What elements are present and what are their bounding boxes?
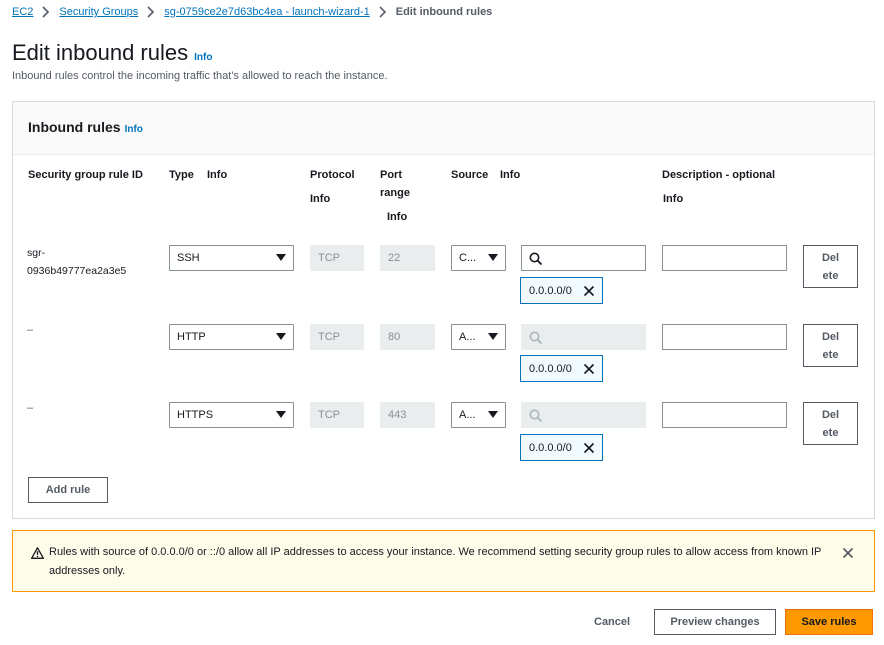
chevron-right-icon xyxy=(42,6,50,18)
col-header-rule-id: Security group rule ID xyxy=(28,169,143,181)
source-select-value: A... xyxy=(459,331,476,343)
search-icon xyxy=(529,252,543,266)
chevron-right-icon xyxy=(379,6,386,18)
rule-id: – xyxy=(27,402,34,414)
description-input[interactable] xyxy=(662,402,787,428)
source-token-label: 0.0.0.0/0 xyxy=(529,284,572,297)
source-select-value: C... xyxy=(459,252,477,264)
caret-down-icon xyxy=(276,333,286,340)
source-token: 0.0.0.0/0 xyxy=(520,355,603,382)
breadcrumb-ec2[interactable]: EC2 xyxy=(12,6,33,18)
col-header-description: Description - optional xyxy=(662,169,776,181)
page-info-link[interactable]: Info xyxy=(194,52,212,63)
col-header-source: Source xyxy=(451,169,489,181)
delete-label-line1: Del xyxy=(821,409,840,421)
delete-button[interactable]: Del ete xyxy=(803,245,858,288)
source-select-value: A... xyxy=(459,409,476,421)
chevron-right-icon xyxy=(147,6,155,18)
source-search-input xyxy=(521,324,646,350)
save-rules-button[interactable]: Save rules xyxy=(785,609,873,635)
page-title-text: Edit inbound rules xyxy=(12,40,189,65)
page-title: Edit inbound rules Info xyxy=(12,40,212,66)
caret-down-icon xyxy=(276,254,286,261)
source-search-input[interactable] xyxy=(521,245,646,271)
breadcrumb-current: Edit inbound rules xyxy=(395,6,493,18)
panel-title: Inbound rules Info xyxy=(28,119,143,135)
col-header-type: Type xyxy=(169,169,194,181)
type-select[interactable]: HTTPS xyxy=(169,402,294,428)
port-range-field: 443 xyxy=(380,402,435,428)
add-rule-button[interactable]: Add rule xyxy=(28,477,108,503)
caret-down-icon xyxy=(488,411,498,418)
caret-down-icon xyxy=(488,333,498,340)
source-search-input xyxy=(521,402,646,428)
close-icon[interactable] xyxy=(583,363,595,375)
col-header-port-line2: range xyxy=(380,187,410,199)
rule-id-line2: 0936b49777ea2a3e5 xyxy=(27,265,127,277)
type-info-link[interactable]: Info xyxy=(207,166,227,184)
type-select[interactable]: SSH xyxy=(169,245,294,271)
close-icon[interactable] xyxy=(842,547,854,559)
protocol-field: TCP xyxy=(310,402,364,428)
port-range-field: 80 xyxy=(380,324,435,350)
source-token: 0.0.0.0/0 xyxy=(520,277,603,304)
protocol-info-link[interactable]: Info xyxy=(310,190,330,208)
delete-label-line1: Del xyxy=(821,252,840,264)
protocol-field: TCP xyxy=(310,324,364,350)
col-header-port-line1: Port xyxy=(380,169,402,181)
caret-down-icon xyxy=(488,254,498,261)
delete-button[interactable]: Del ete xyxy=(803,402,858,445)
port-info-link[interactable]: Info xyxy=(387,208,407,226)
rule-id-line1: sgr- xyxy=(27,247,46,259)
description-info-link[interactable]: Info xyxy=(663,190,683,208)
breadcrumb: EC2 Security Groups sg-0759ce2e7d63bc4ea… xyxy=(12,4,492,20)
type-select[interactable]: HTTP xyxy=(169,324,294,350)
col-header-protocol: Protocol xyxy=(310,169,355,181)
search-icon xyxy=(529,331,543,345)
warning-alert: Rules with source of 0.0.0.0/0 or ::/0 a… xyxy=(12,530,875,592)
breadcrumb-security-groups[interactable]: Security Groups xyxy=(59,6,138,18)
close-icon[interactable] xyxy=(583,442,595,454)
source-token: 0.0.0.0/0 xyxy=(520,434,603,461)
delete-label-line2: ete xyxy=(822,270,839,282)
rule-id: sgr- 0936b49777ea2a3e5 xyxy=(27,244,147,280)
type-select-value: HTTPS xyxy=(177,409,214,421)
rule-id: – xyxy=(27,324,34,336)
description-input[interactable] xyxy=(662,324,787,350)
description-input[interactable] xyxy=(662,245,787,271)
panel-info-link[interactable]: Info xyxy=(125,124,143,135)
inbound-rules-panel: Inbound rules Info xyxy=(12,101,875,519)
breadcrumb-security-group[interactable]: sg-0759ce2e7d63bc4ea - launch-wizard-1 xyxy=(164,6,369,18)
panel-header: Inbound rules Info xyxy=(13,102,874,155)
warning-icon xyxy=(31,547,44,559)
caret-down-icon xyxy=(276,411,286,418)
page-description: Inbound rules control the incoming traff… xyxy=(12,70,388,82)
delete-label-line2: ete xyxy=(822,427,839,439)
type-select-value: SSH xyxy=(177,252,200,264)
delete-label-line2: ete xyxy=(822,349,839,361)
source-token-label: 0.0.0.0/0 xyxy=(529,441,572,454)
source-info-link[interactable]: Info xyxy=(500,166,520,184)
preview-changes-button[interactable]: Preview changes xyxy=(654,609,776,635)
close-icon[interactable] xyxy=(583,285,595,297)
delete-label-line1: Del xyxy=(821,331,840,343)
search-icon xyxy=(529,409,543,423)
source-select[interactable]: C... xyxy=(451,245,506,271)
source-select[interactable]: A... xyxy=(451,402,506,428)
source-token-label: 0.0.0.0/0 xyxy=(529,362,572,375)
source-select[interactable]: A... xyxy=(451,324,506,350)
delete-button[interactable]: Del ete xyxy=(803,324,858,367)
type-select-value: HTTP xyxy=(177,331,206,343)
warning-message: Rules with source of 0.0.0.0/0 or ::/0 a… xyxy=(49,546,822,577)
protocol-field: TCP xyxy=(310,245,364,271)
port-range-field: 22 xyxy=(380,245,435,271)
panel-title-text: Inbound rules xyxy=(28,119,121,135)
cancel-button[interactable]: Cancel xyxy=(594,609,630,635)
